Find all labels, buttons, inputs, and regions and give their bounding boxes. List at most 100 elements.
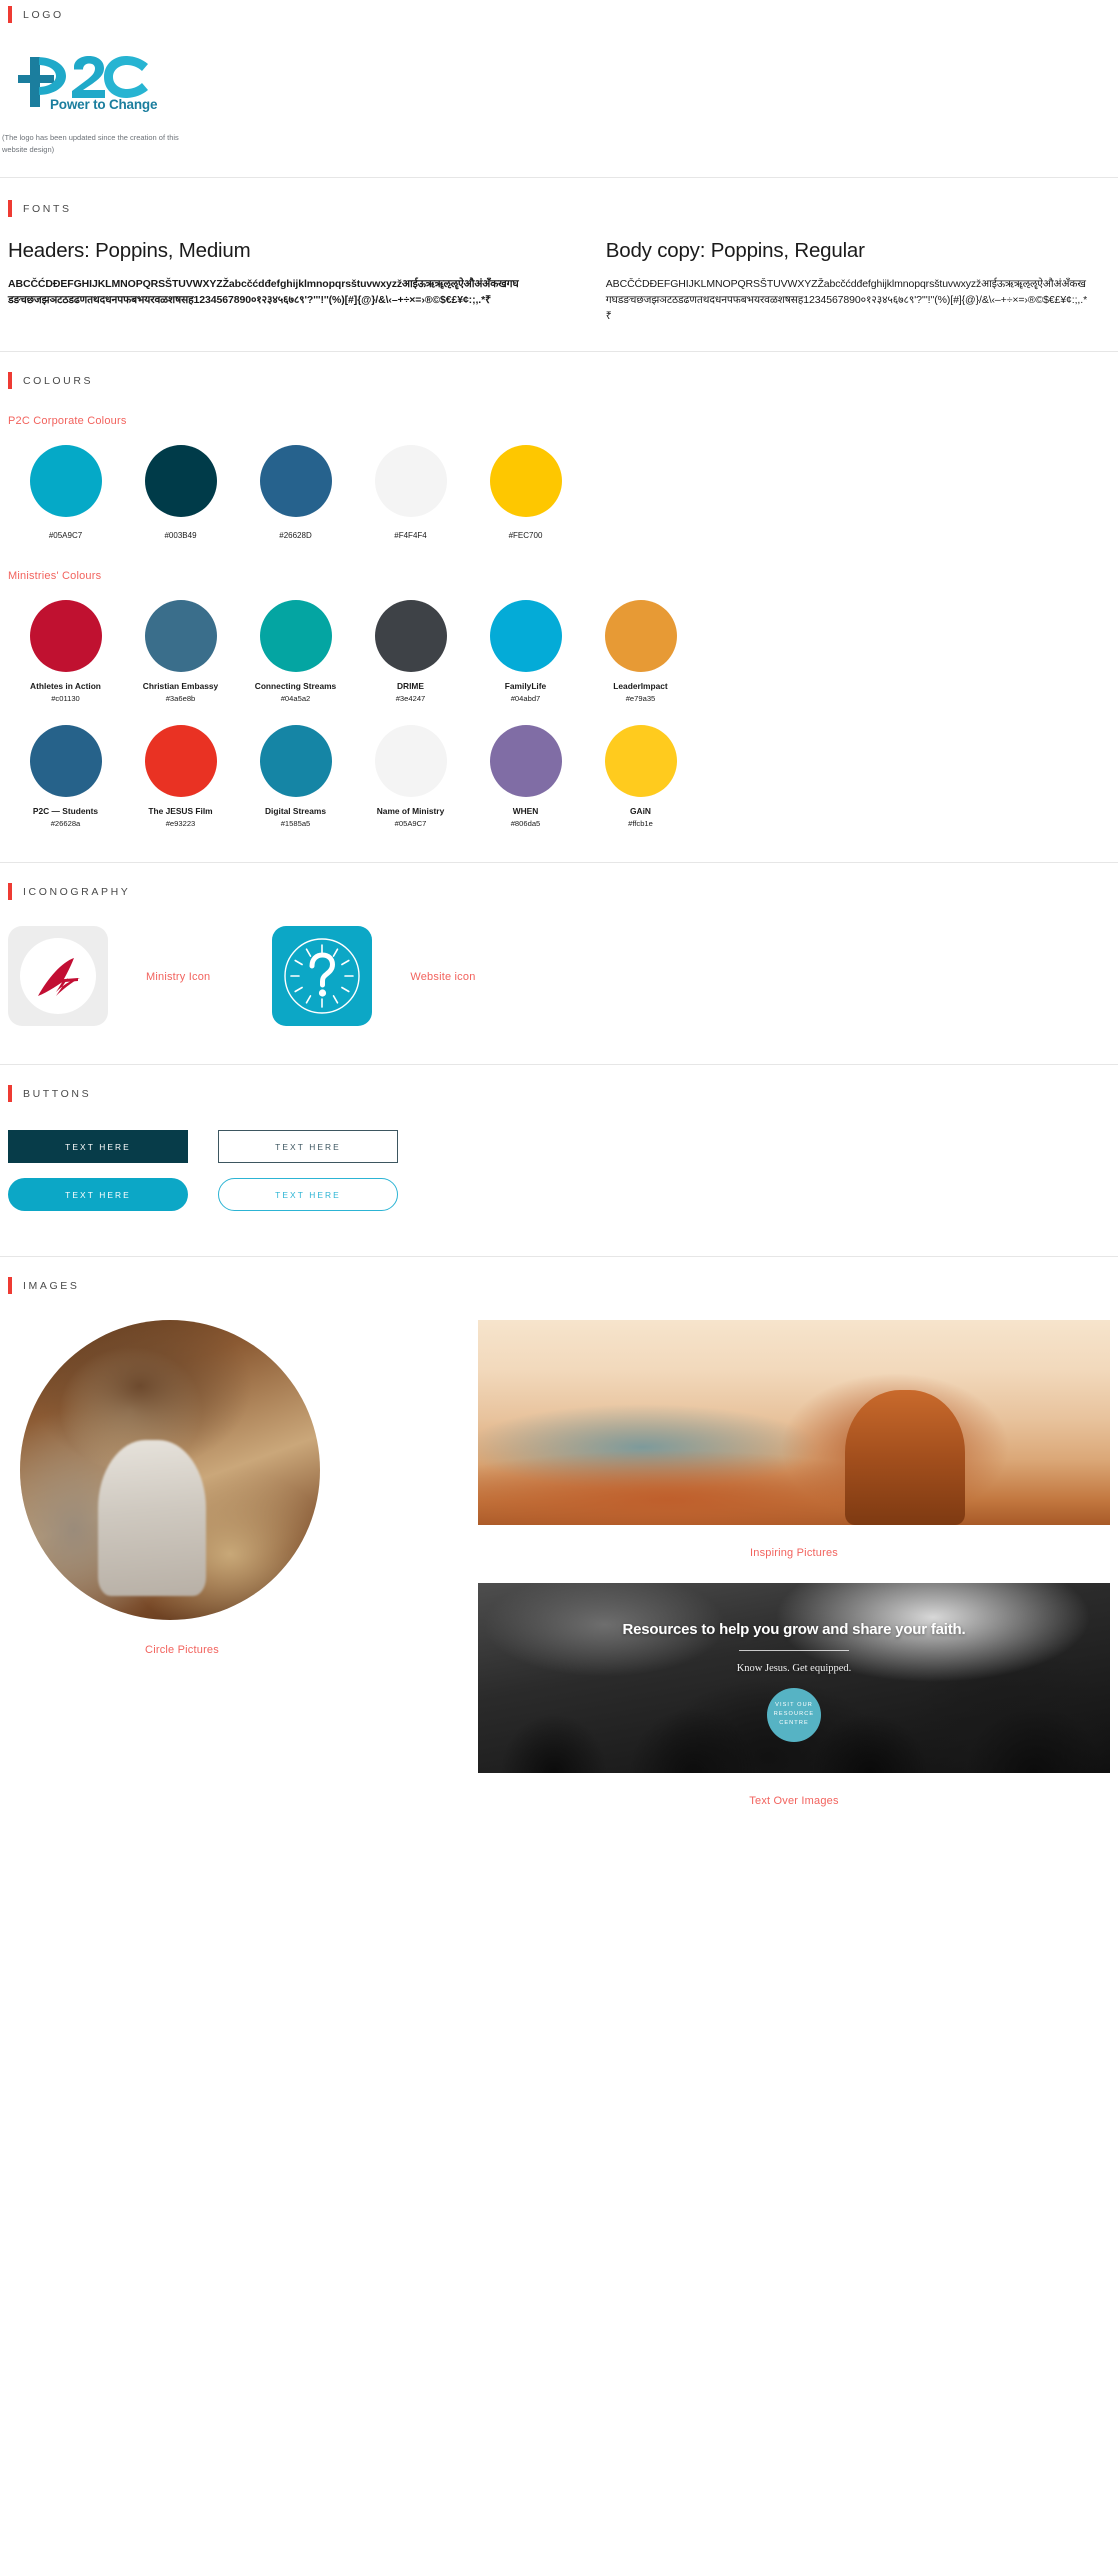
swatch-dot xyxy=(489,445,562,518)
colour-swatch[interactable]: LeaderImpact #e79a35 xyxy=(583,600,698,703)
swatch-dot xyxy=(259,725,332,798)
website-icon-caption: Website icon xyxy=(410,971,476,984)
swatch-hex: #c01130 xyxy=(51,694,80,704)
ministries-swatch-row-1: Athletes in Action #c01130 Christian Emb… xyxy=(0,600,1118,703)
swatch-name: Athletes in Action xyxy=(30,681,101,692)
colour-swatch[interactable]: Christian Embassy #3a6e8b xyxy=(123,600,238,703)
banner-rule xyxy=(739,1649,849,1651)
swatch-hex: #3e4247 xyxy=(395,694,426,704)
colour-swatch[interactable]: #003B49 xyxy=(123,445,238,540)
colour-swatch[interactable]: Name of Ministry #05A9C7 xyxy=(353,725,468,828)
section-accent-bar xyxy=(8,6,12,23)
circle-photo-content xyxy=(20,1320,320,1621)
swatch-name: Christian Embassy xyxy=(142,681,219,692)
swatch-hex: #e93223 xyxy=(165,819,196,829)
font-body-specimen: ABCČĆDĐEFGHIJKLMNOPQRSŠTUVWXYZŽabcčćdđef… xyxy=(605,278,1088,323)
banner-headline: Resources to help you grow and share you… xyxy=(622,1620,966,1638)
swatch-dot xyxy=(604,600,677,673)
section-title: LOGO xyxy=(23,8,64,21)
corporate-colours-heading: P2C Corporate Colours xyxy=(8,415,127,428)
images-area: Circle Pictures Inspiring Pictures Resou… xyxy=(0,1294,1118,1809)
website-icon-tile[interactable] xyxy=(272,926,373,1027)
section-accent-bar xyxy=(8,1085,12,1103)
swatch-dot xyxy=(374,725,447,798)
swatch-hex: #04abd7 xyxy=(510,694,541,704)
swatch-hex: #1585a5 xyxy=(280,819,311,829)
swatch-hex: #806da5 xyxy=(510,819,541,829)
svg-text:Power to Change: Power to Change xyxy=(50,97,158,112)
colour-swatch[interactable]: P2C — Students #26628a xyxy=(8,725,123,828)
button-row-pill: TEXT HERE TEXT HERE xyxy=(8,1178,1110,1212)
solid-cyan-button[interactable]: TEXT HERE xyxy=(8,1178,188,1212)
ministries-swatch-row-2: P2C — Students #26628a The JESUS Film #e… xyxy=(0,725,1118,828)
fonts-section: FONTS Headers: Poppins, Medium ABCČĆDĐEF… xyxy=(0,178,1118,353)
swatch-dot xyxy=(489,600,562,673)
colour-swatch[interactable]: Connecting Streams #04a5a2 xyxy=(238,600,353,703)
button-row-rect: TEXT HERE TEXT HERE xyxy=(8,1130,1110,1164)
colour-swatch[interactable]: #05A9C7 xyxy=(8,445,123,540)
swatch-hex: #ffcb1e xyxy=(628,819,653,829)
inspiring-photo xyxy=(478,1320,1110,1526)
images-section: IMAGES Circle Pictures Inspiring Picture… xyxy=(0,1257,1118,1833)
iconography-section: ICONOGRAPHY Ministry Icon Website icon xyxy=(0,863,1118,1066)
font-column-headers: Headers: Poppins, Medium ABCČĆDĐEFGHIJKL… xyxy=(8,239,559,325)
button-grid: TEXT HERE TEXT HERE TEXT HERE TEXT HERE xyxy=(0,1102,1118,1212)
swatch-hex: #26628a xyxy=(50,819,81,829)
solid-dark-button[interactable]: TEXT HERE xyxy=(8,1130,188,1164)
colour-swatch[interactable]: #F4F4F4 xyxy=(353,445,468,540)
ministry-icon-tile[interactable] xyxy=(8,926,108,1027)
outline-dark-button[interactable]: TEXT HERE xyxy=(218,1130,398,1164)
section-accent-bar xyxy=(8,200,12,218)
cta-line-2: RESOURCE xyxy=(773,1711,815,1717)
colour-swatch[interactable]: #26628D xyxy=(238,445,353,540)
swatch-hex: #FEC700 xyxy=(508,531,543,541)
colour-swatch[interactable]: GAiN #ffcb1e xyxy=(583,725,698,828)
visit-resource-centre-button[interactable]: VISIT OUR RESOURCE CENTRE xyxy=(767,1687,821,1742)
swatch-hex: #e79a35 xyxy=(625,694,656,704)
circle-picture-column: Circle Pictures xyxy=(8,1320,478,1809)
swatch-hex: #04a5a2 xyxy=(280,694,311,704)
logo-section: LOGO Power to Change (The logo has been … xyxy=(0,0,1118,179)
section-title: ICONOGRAPHY xyxy=(23,885,131,898)
colour-swatch[interactable]: Digital Streams #1585a5 xyxy=(238,725,353,828)
section-accent-bar xyxy=(8,372,12,390)
colour-swatch[interactable]: DRIME #3e4247 xyxy=(353,600,468,703)
question-mark-icon xyxy=(284,938,361,1014)
swatch-dot xyxy=(29,445,102,518)
circle-photo xyxy=(20,1320,320,1621)
section-label-images: IMAGES xyxy=(0,1277,1118,1295)
swatch-dot xyxy=(259,600,332,673)
swatch-name: Connecting Streams xyxy=(254,681,337,692)
athletes-swoosh-icon xyxy=(38,958,80,997)
swatch-hex: #05A9C7 xyxy=(48,531,83,541)
colour-swatch[interactable]: #FEC700 xyxy=(468,445,583,540)
swatch-name: FamilyLife xyxy=(504,681,547,692)
colour-swatch[interactable]: Athletes in Action #c01130 xyxy=(8,600,123,703)
icon-row: Ministry Icon Website icon xyxy=(0,900,1118,1027)
swatch-name: WHEN xyxy=(512,806,539,817)
font-body-title: Body copy: Poppins, Regular xyxy=(605,239,865,263)
wide-picture-column: Inspiring Pictures Resources to help you… xyxy=(478,1320,1110,1809)
swatch-dot xyxy=(144,725,217,798)
swatch-name: GAiN xyxy=(630,806,651,817)
text-over-image-banner: Resources to help you grow and share you… xyxy=(478,1583,1110,1774)
colour-swatch[interactable]: FamilyLife #04abd7 xyxy=(468,600,583,703)
colour-swatch[interactable]: The JESUS Film #e93223 xyxy=(123,725,238,828)
circle-picture-caption: Circle Pictures xyxy=(145,1644,219,1657)
swatch-name: DRIME xyxy=(397,681,424,692)
ministries-colours-heading: Ministries' Colours xyxy=(8,570,102,583)
swatch-dot xyxy=(144,445,217,518)
section-label-fonts: FONTS xyxy=(0,200,1118,218)
swatch-hex: #003B49 xyxy=(164,531,197,541)
section-title: BUTTONS xyxy=(23,1087,92,1100)
swatch-name: P2C — Students xyxy=(32,806,99,817)
swatch-dot xyxy=(29,600,102,673)
outline-cyan-button[interactable]: TEXT HERE xyxy=(218,1178,398,1212)
swatch-hex: #3a6e8b xyxy=(165,694,196,704)
p2c-logo: Power to Change xyxy=(0,23,1118,118)
section-label-iconography: ICONOGRAPHY xyxy=(0,883,1118,901)
section-title: FONTS xyxy=(23,202,72,215)
colour-swatch[interactable]: WHEN #806da5 xyxy=(468,725,583,828)
font-header-specimen: ABCČĆDĐEFGHIJKLMNOPQRSŠTUVWXYZŽabcčćdđef… xyxy=(8,278,519,307)
swatch-name: Name of Ministry xyxy=(376,806,445,817)
